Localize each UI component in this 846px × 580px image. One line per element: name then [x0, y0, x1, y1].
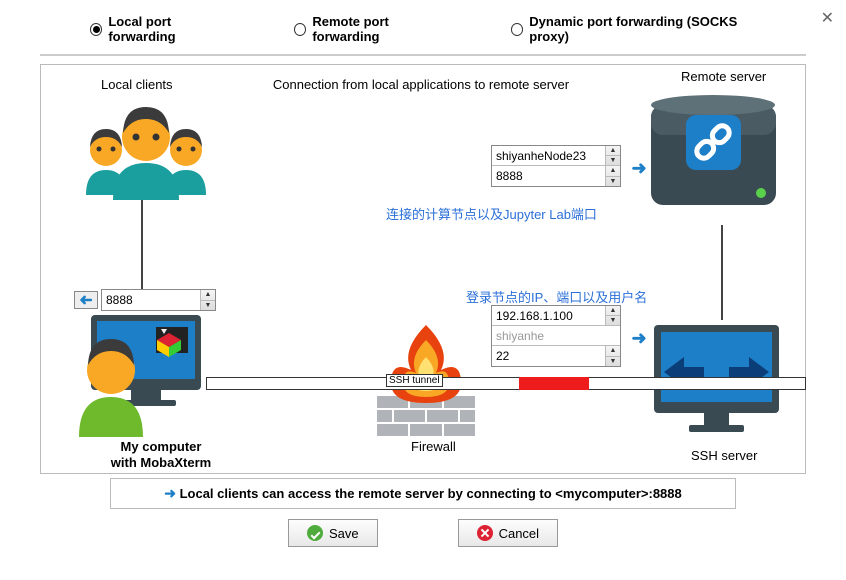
radio-dot-icon	[294, 23, 306, 36]
remote-server-label: Remote server	[681, 69, 766, 84]
arrow-right-icon: ➜	[627, 329, 651, 347]
stepper-icon[interactable]: ▲▼	[605, 146, 620, 165]
radio-remote[interactable]: Remote port forwarding	[294, 14, 451, 44]
radio-dynamic[interactable]: Dynamic port forwarding (SOCKS proxy)	[511, 14, 766, 44]
cancel-label: Cancel	[499, 526, 539, 541]
local-port-input[interactable]	[102, 290, 200, 310]
arrow-right-icon: ➜	[164, 485, 176, 501]
ssh-port-input[interactable]	[492, 346, 605, 366]
my-computer-label: My computer with MobaXterm	[101, 439, 221, 470]
radio-local-label: Local port forwarding	[108, 14, 234, 44]
ssh-host-input[interactable]	[492, 306, 605, 325]
ssh-tunnel-bar	[206, 377, 806, 390]
tunnel-diagram: Local clients Remote server Connection f…	[40, 64, 806, 474]
ssh-server-field-group: ▲▼ ▲▼	[491, 305, 621, 367]
forwarding-type-radios: Local port forwarding Remote port forwar…	[40, 0, 806, 56]
stepper-icon[interactable]: ▲▼	[200, 290, 215, 310]
annotation-login-node: 登录节点的IP、端口以及用户名	[466, 287, 647, 306]
connector-line	[721, 225, 723, 320]
annotation-compute-node: 连接的计算节点以及Jupyter Lab端口	[386, 204, 597, 223]
remote-port-input[interactable]	[492, 166, 605, 186]
ssh-tunnel-label: SSH tunnel	[386, 374, 443, 387]
radio-dynamic-label: Dynamic port forwarding (SOCKS proxy)	[529, 14, 766, 44]
footer-hint: ➜ Local clients can access the remote se…	[110, 478, 736, 509]
radio-dot-icon	[511, 23, 523, 36]
stepper-icon[interactable]: ▲▼	[605, 306, 620, 325]
connection-desc: Connection from local applications to re…	[271, 77, 571, 92]
save-label: Save	[329, 526, 359, 541]
remote-server-field-group: ▲▼ ▲▼	[491, 145, 621, 187]
save-button[interactable]: Save	[288, 519, 378, 547]
arrow-right-icon: ➜	[627, 159, 651, 177]
x-icon	[477, 525, 493, 541]
remote-server-icon	[641, 85, 786, 220]
firewall-label: Firewall	[411, 439, 456, 454]
local-clients-label: Local clients	[101, 77, 173, 92]
radio-remote-label: Remote port forwarding	[312, 14, 451, 44]
stepper-icon[interactable]: ▲▼	[605, 166, 620, 186]
dialog-buttons: Save Cancel	[0, 519, 846, 547]
cancel-button[interactable]: Cancel	[458, 519, 558, 547]
radio-local[interactable]: Local port forwarding	[90, 14, 234, 44]
ssh-tunnel-firewall-segment	[519, 377, 589, 390]
remote-host-input[interactable]	[492, 146, 605, 165]
stepper-icon[interactable]: ▲▼	[605, 346, 620, 366]
check-icon	[307, 525, 323, 541]
radio-dot-icon	[90, 23, 102, 36]
local-clients-icon	[71, 95, 221, 200]
local-port-field-group: ▲▼	[101, 289, 216, 311]
ssh-server-label: SSH server	[691, 448, 757, 463]
my-computer-icon	[61, 315, 211, 440]
arrow-left-icon: ➜	[74, 291, 98, 309]
connector-line	[141, 200, 143, 290]
footer-text: Local clients can access the remote serv…	[180, 486, 682, 501]
ssh-user-input[interactable]	[492, 326, 620, 345]
close-icon[interactable]: ✕	[821, 8, 834, 28]
